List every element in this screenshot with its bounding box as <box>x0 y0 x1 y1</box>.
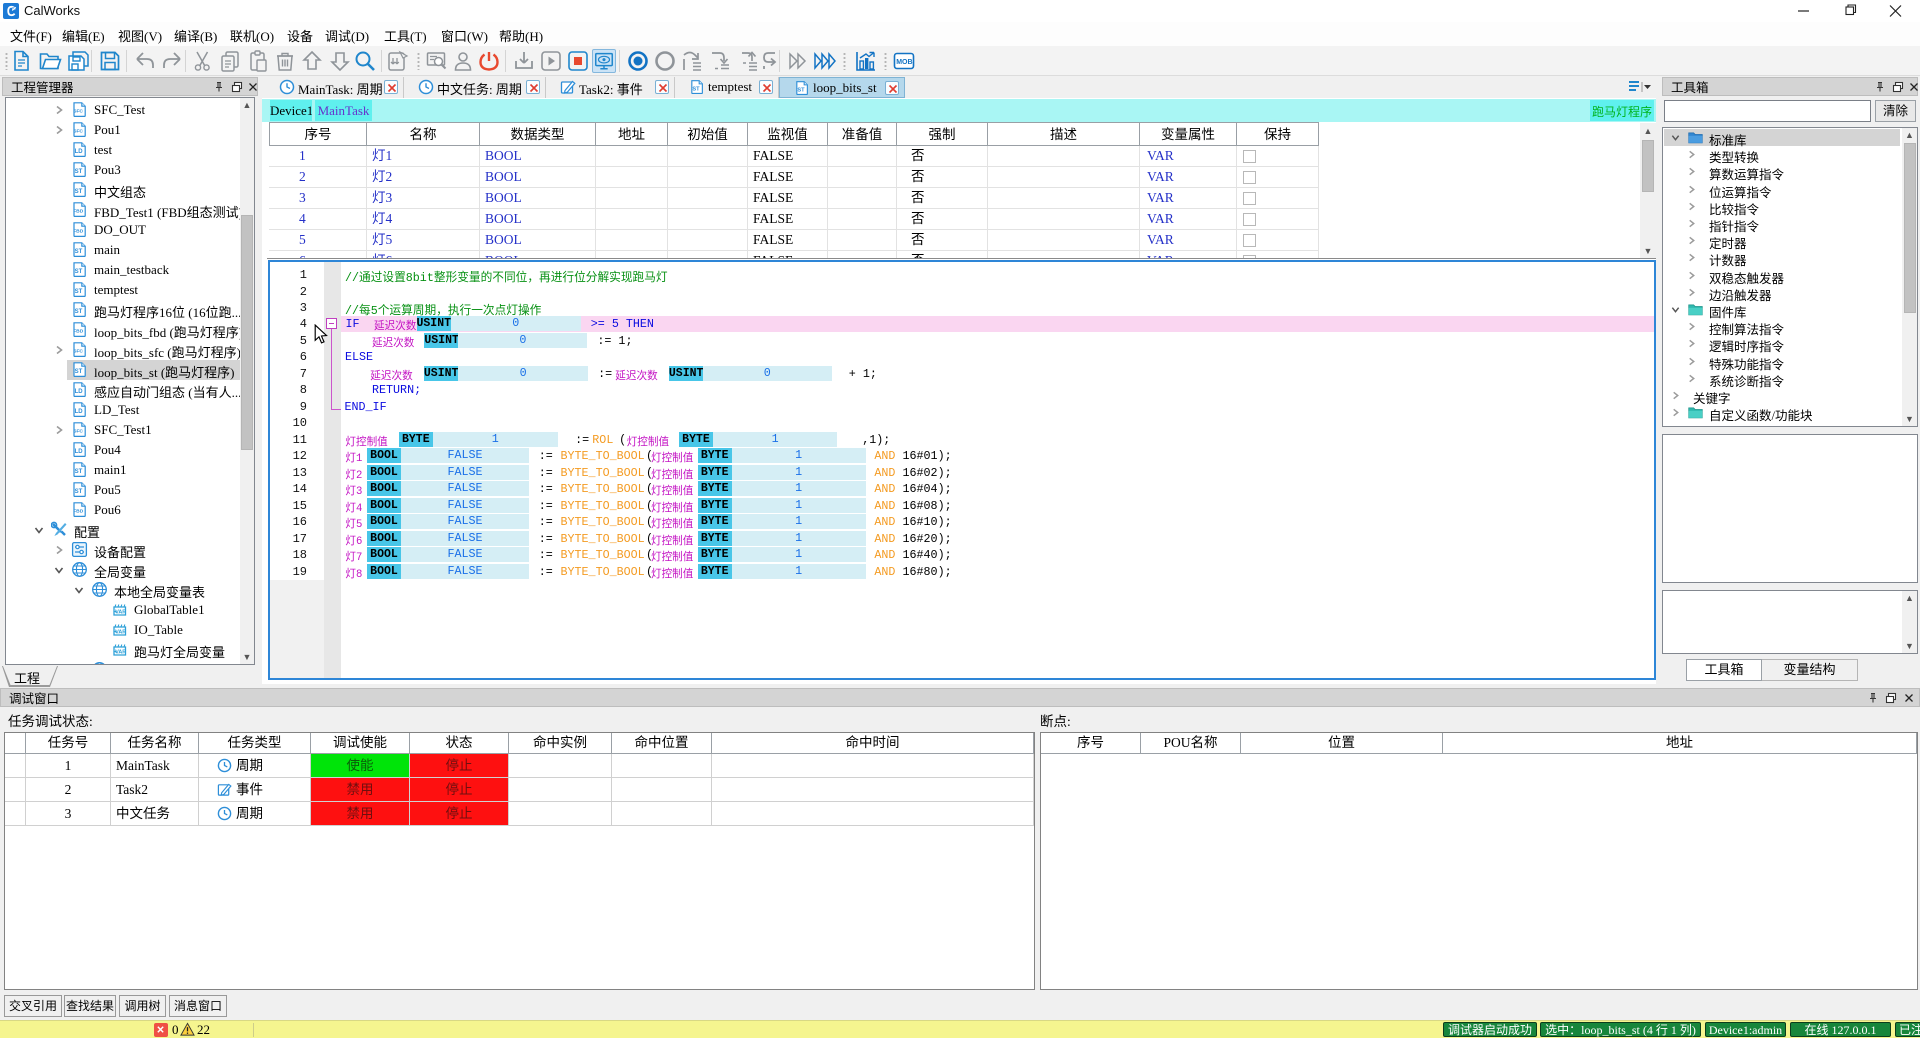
svg-text:MOB: MOB <box>896 59 912 66</box>
